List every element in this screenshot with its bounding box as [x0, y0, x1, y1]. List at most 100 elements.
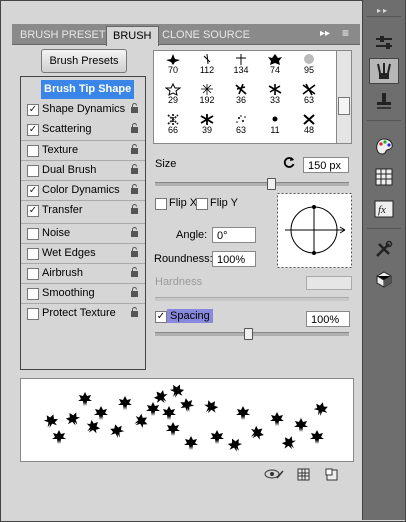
- brush-panel-button[interactable]: [369, 58, 399, 84]
- list-item-label: Dual Brush: [42, 164, 97, 176]
- 3d-panel-button[interactable]: [369, 266, 399, 292]
- flip-x-checkbox[interactable]: [155, 198, 167, 210]
- checkbox[interactable]: [27, 145, 39, 157]
- checkbox[interactable]: [27, 268, 39, 280]
- brush-tip-cell[interactable]: 63: [224, 112, 258, 135]
- brush-presets-button[interactable]: Brush Presets: [41, 49, 127, 73]
- color-panel-button[interactable]: [369, 134, 399, 160]
- grid-icon[interactable]: [297, 468, 310, 481]
- roundness-field[interactable]: 100%: [212, 251, 256, 267]
- spacing-slider-thumb[interactable]: [244, 328, 254, 340]
- size-field[interactable]: 150 px: [303, 157, 349, 173]
- scrollbar-thumb[interactable]: [338, 97, 350, 115]
- checkbox[interactable]: ✓: [27, 104, 39, 116]
- lock-icon[interactable]: [130, 307, 139, 317]
- brush-size-label: 74: [269, 65, 280, 75]
- visibility-eye-icon[interactable]: [264, 468, 284, 481]
- tab-brush[interactable]: BRUSH: [106, 26, 159, 46]
- hardness-field: [306, 276, 352, 290]
- list-item-texture[interactable]: Texture: [21, 140, 145, 160]
- brush-tip-cell[interactable]: 36: [224, 82, 258, 105]
- list-item-airbrush[interactable]: Airbrush: [21, 263, 145, 283]
- flip-y-label: Flip Y: [210, 197, 238, 209]
- spacing-checkbox[interactable]: ✓: [155, 311, 167, 323]
- new-preset-icon[interactable]: [325, 468, 338, 481]
- lock-icon[interactable]: [130, 287, 139, 297]
- checkbox[interactable]: ✓: [27, 205, 39, 217]
- collapse-icon[interactable]: ▸▸: [320, 28, 330, 39]
- list-item-transfer[interactable]: ✓ Transfer: [21, 200, 145, 220]
- styles-panel-button[interactable]: fx: [369, 196, 399, 222]
- list-item-wet-edges[interactable]: Wet Edges: [21, 243, 145, 263]
- spacing-field[interactable]: 100%: [306, 311, 350, 327]
- checkbox[interactable]: ✓: [27, 185, 39, 197]
- tools-icon: [376, 240, 393, 257]
- lock-icon[interactable]: [130, 267, 139, 277]
- checkbox[interactable]: [27, 165, 39, 177]
- list-item-brush-tip-shape[interactable]: Brush Tip Shape: [21, 80, 145, 99]
- brush-size-label: 11: [270, 125, 280, 135]
- checkbox[interactable]: [27, 228, 39, 240]
- angle-roundness-widget[interactable]: [277, 193, 352, 268]
- brush-tip-cell[interactable]: 134: [224, 52, 258, 75]
- list-item-color-dynamics[interactable]: ✓ Color Dynamics: [21, 180, 145, 200]
- hardness-label: Hardness: [155, 276, 203, 288]
- lock-icon[interactable]: [130, 247, 139, 257]
- checkbox[interactable]: [27, 288, 39, 300]
- fx-icon: fx: [374, 200, 394, 218]
- size-slider-thumb[interactable]: [267, 178, 277, 190]
- brush-tip-cell[interactable]: 74: [258, 52, 292, 75]
- brush-tip-cell[interactable]: 192: [190, 82, 224, 105]
- brush-tip-cell[interactable]: 66: [156, 112, 190, 135]
- checkbox[interactable]: [27, 248, 39, 260]
- tab-clone-source[interactable]: CLONE SOURCE: [156, 26, 256, 44]
- brush-tip-cell[interactable]: 11: [258, 112, 292, 135]
- tool-presets-button[interactable]: [369, 30, 399, 56]
- dock-grip-icon[interactable]: ▸▸: [377, 6, 391, 15]
- tab-bar: BRUSH PRESETS BRUSH CLONE SOURCE ▸▸ ≡: [12, 24, 360, 46]
- angle-label: Angle:: [176, 229, 208, 241]
- checkbox[interactable]: [27, 308, 39, 320]
- lock-icon[interactable]: [130, 204, 139, 214]
- stroke-preview: [20, 378, 354, 462]
- palette-icon: [376, 138, 393, 155]
- lock-icon[interactable]: [130, 103, 139, 113]
- roundness-label: Roundness:: [154, 253, 213, 265]
- brush-tip-cell[interactable]: 33: [258, 82, 292, 105]
- lock-icon[interactable]: [130, 123, 139, 133]
- list-item-label: Noise: [42, 227, 71, 239]
- tools-panel-button[interactable]: [369, 236, 399, 262]
- list-item-smoothing[interactable]: Smoothing: [21, 283, 145, 303]
- divider: [367, 228, 401, 229]
- clone-source-button[interactable]: [369, 88, 399, 114]
- brush-tip-cell[interactable]: 48: [292, 112, 326, 135]
- lock-icon[interactable]: [130, 184, 139, 194]
- lock-icon[interactable]: [130, 144, 139, 154]
- lock-icon[interactable]: [130, 227, 139, 237]
- list-item-noise[interactable]: Noise: [21, 223, 145, 243]
- divider: [367, 16, 401, 17]
- angle-field[interactable]: 0°: [212, 227, 256, 243]
- list-item-shape-dynamics[interactable]: ✓ Shape Dynamics: [21, 100, 145, 119]
- brush-tip-cell[interactable]: 39: [190, 112, 224, 135]
- tab-brush-presets[interactable]: BRUSH PRESETS: [14, 26, 119, 44]
- reset-size-icon[interactable]: [283, 156, 296, 169]
- brush-tip-cell[interactable]: 70: [156, 52, 190, 75]
- lock-icon[interactable]: [130, 164, 139, 174]
- brush-tip-cell[interactable]: 112: [190, 52, 224, 75]
- panel-menu-icon[interactable]: ≡: [342, 26, 349, 40]
- list-item-dual-brush[interactable]: Dual Brush: [21, 160, 145, 180]
- brush-size-label: 36: [235, 95, 246, 105]
- brush-size-label: 134: [233, 65, 249, 75]
- checkbox[interactable]: ✓: [27, 124, 39, 136]
- swatches-panel-button[interactable]: [369, 164, 399, 190]
- list-item-scattering[interactable]: ✓ Scattering: [21, 120, 145, 139]
- size-slider[interactable]: [155, 182, 349, 186]
- list-item-protect-texture[interactable]: Protect Texture: [21, 303, 145, 323]
- size-label: Size: [155, 158, 177, 170]
- brush-tip-cell[interactable]: 95: [292, 52, 326, 75]
- flip-y-checkbox[interactable]: [196, 198, 208, 210]
- brush-grid-scrollbar[interactable]: [336, 50, 352, 144]
- brush-tip-cell[interactable]: 63: [292, 82, 326, 105]
- brush-tip-cell[interactable]: 29: [156, 82, 190, 105]
